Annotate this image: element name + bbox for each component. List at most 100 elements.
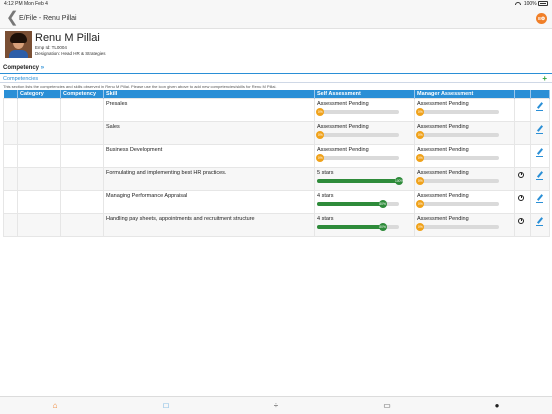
tab-profile[interactable]: ● (490, 401, 504, 411)
edit-pencil-icon[interactable] (536, 217, 545, 226)
manager-assessment-track (417, 224, 499, 229)
edit-pencil-icon[interactable] (536, 125, 545, 134)
self-assessment-slider[interactable]: 0% (316, 107, 399, 116)
manager-assessment-cell: Assessment Pending 0% (414, 97, 515, 122)
battery-icon (538, 1, 548, 7)
skill-cell: Sales (103, 120, 315, 145)
manager-assessment-track (417, 178, 499, 183)
manager-assessment-cell: Assessment Pending 0% (414, 166, 515, 191)
manager-assessment-label: Assessment Pending (417, 215, 469, 222)
manager-assessment-track (417, 109, 499, 114)
manager-assessment-slider[interactable]: 0% (416, 130, 499, 139)
manager-assessment-label: Assessment Pending (417, 100, 469, 107)
row-select-cell[interactable] (3, 189, 18, 214)
manager-assessment-slider[interactable]: 0% (416, 222, 499, 231)
self-assessment-slider[interactable]: 80% (317, 199, 399, 208)
add-icon[interactable]: + (542, 74, 547, 83)
competency-table: Category Competency Skill Self Assessmen… (3, 90, 550, 237)
competency-cell (60, 212, 104, 237)
self-assessment-cell: 4 stars 80% (314, 212, 415, 237)
tab-divide[interactable]: ÷ (269, 401, 283, 411)
tab-square[interactable]: □ (159, 401, 173, 411)
self-assessment-track (317, 109, 399, 114)
edit-pencil-icon[interactable] (536, 102, 545, 111)
row-select-cell[interactable] (3, 166, 18, 191)
header-skill: Skill (103, 90, 315, 98)
table-row: Presales Assessment Pending 0% Assessmen… (3, 97, 550, 122)
manager-assessment-knob[interactable]: 0% (416, 176, 425, 185)
skill-cell: Managing Performance Appraisal (103, 189, 315, 214)
row-select-cell[interactable] (3, 120, 18, 145)
row-select-cell[interactable] (3, 212, 18, 237)
manager-assessment-cell: Assessment Pending 0% (414, 143, 515, 168)
manager-assessment-cell: Assessment Pending 0% (414, 189, 515, 214)
history-cell (514, 97, 531, 122)
history-cell (514, 189, 531, 214)
manager-assessment-slider[interactable]: 0% (416, 153, 499, 162)
person-icon: ● (494, 401, 500, 410)
back-chevron-icon[interactable]: ❮ (6, 10, 19, 26)
edit-pencil-icon[interactable] (536, 194, 545, 203)
self-assessment-knob[interactable]: 0% (316, 153, 325, 162)
self-assessment-knob[interactable]: 80% (378, 222, 387, 231)
competencies-label: Competencies (3, 76, 39, 82)
manager-assessment-knob[interactable]: 0% (416, 107, 425, 116)
edit-cell (530, 143, 550, 168)
self-assessment-label: Assessment Pending (317, 123, 369, 130)
clock-icon[interactable] (518, 171, 524, 178)
self-assessment-label: Assessment Pending (317, 146, 369, 153)
tab-home[interactable]: ⌂ (48, 401, 62, 411)
square-icon: □ (163, 401, 169, 410)
self-assessment-cell: Assessment Pending 0% (314, 120, 415, 145)
competency-cell (60, 97, 104, 122)
table-row: Sales Assessment Pending 0% Assessment P… (3, 120, 550, 145)
edit-pencil-icon[interactable] (536, 171, 545, 180)
tab-chat[interactable]: ▭ (380, 401, 394, 411)
self-assessment-slider[interactable]: 0% (316, 130, 399, 139)
self-assessment-track (317, 155, 399, 160)
manager-assessment-knob[interactable]: 0% (416, 222, 425, 231)
self-assessment-fill (317, 201, 383, 206)
category-cell (17, 189, 61, 214)
manager-assessment-cell: Assessment Pending 0% (414, 120, 515, 145)
clock-icon[interactable] (518, 194, 524, 201)
bottom-tab-bar: ⌂ □ ÷ ▭ ● (0, 396, 552, 414)
self-assessment-label: 4 stars (317, 192, 334, 199)
manager-assessment-knob[interactable]: 0% (416, 153, 425, 162)
wifi-icon (515, 2, 522, 6)
manager-assessment-slider[interactable]: 0% (416, 199, 499, 208)
profile-meta: Emp Id: TL0004 Designation: Head HR & St… (35, 45, 106, 57)
self-assessment-knob[interactable]: 0% (316, 130, 325, 139)
row-select-cell[interactable] (3, 97, 18, 122)
manager-assessment-cell: Assessment Pending 0% (414, 212, 515, 237)
competency-cell (60, 166, 104, 191)
manager-assessment-slider[interactable]: 0% (416, 107, 499, 116)
manager-assessment-knob[interactable]: 0% (416, 130, 425, 139)
user-avatar-button[interactable]: E❂ (536, 13, 547, 24)
profile-photo (5, 31, 32, 58)
divide-icon: ÷ (273, 401, 279, 410)
header-competency: Competency (60, 90, 104, 98)
self-assessment-knob[interactable]: 80% (378, 199, 387, 208)
table-row: Formulating and implementing best HR pra… (3, 166, 550, 191)
edit-cell (530, 189, 550, 214)
skill-cell: Handling pay sheets, appointments and re… (103, 212, 315, 237)
self-assessment-slider[interactable]: 80% (317, 222, 399, 231)
manager-assessment-knob[interactable]: 0% (416, 199, 425, 208)
row-select-cell[interactable] (3, 143, 18, 168)
competencies-bar: Competencies + (0, 74, 552, 83)
competency-dropdown[interactable]: Competency » (0, 63, 552, 74)
history-cell (514, 120, 531, 145)
category-cell (17, 166, 61, 191)
category-cell (17, 143, 61, 168)
manager-assessment-slider[interactable]: 0% (416, 176, 499, 185)
clock-icon[interactable] (518, 217, 524, 224)
self-assessment-fill (317, 178, 399, 183)
skill-cell: Presales (103, 97, 315, 122)
table-row: Business Development Assessment Pending … (3, 143, 550, 168)
edit-pencil-icon[interactable] (536, 148, 545, 157)
self-assessment-knob[interactable]: 100% (395, 176, 403, 185)
self-assessment-slider[interactable]: 0% (316, 153, 399, 162)
self-assessment-knob[interactable]: 0% (316, 107, 325, 116)
self-assessment-slider[interactable]: 100% (317, 176, 403, 185)
